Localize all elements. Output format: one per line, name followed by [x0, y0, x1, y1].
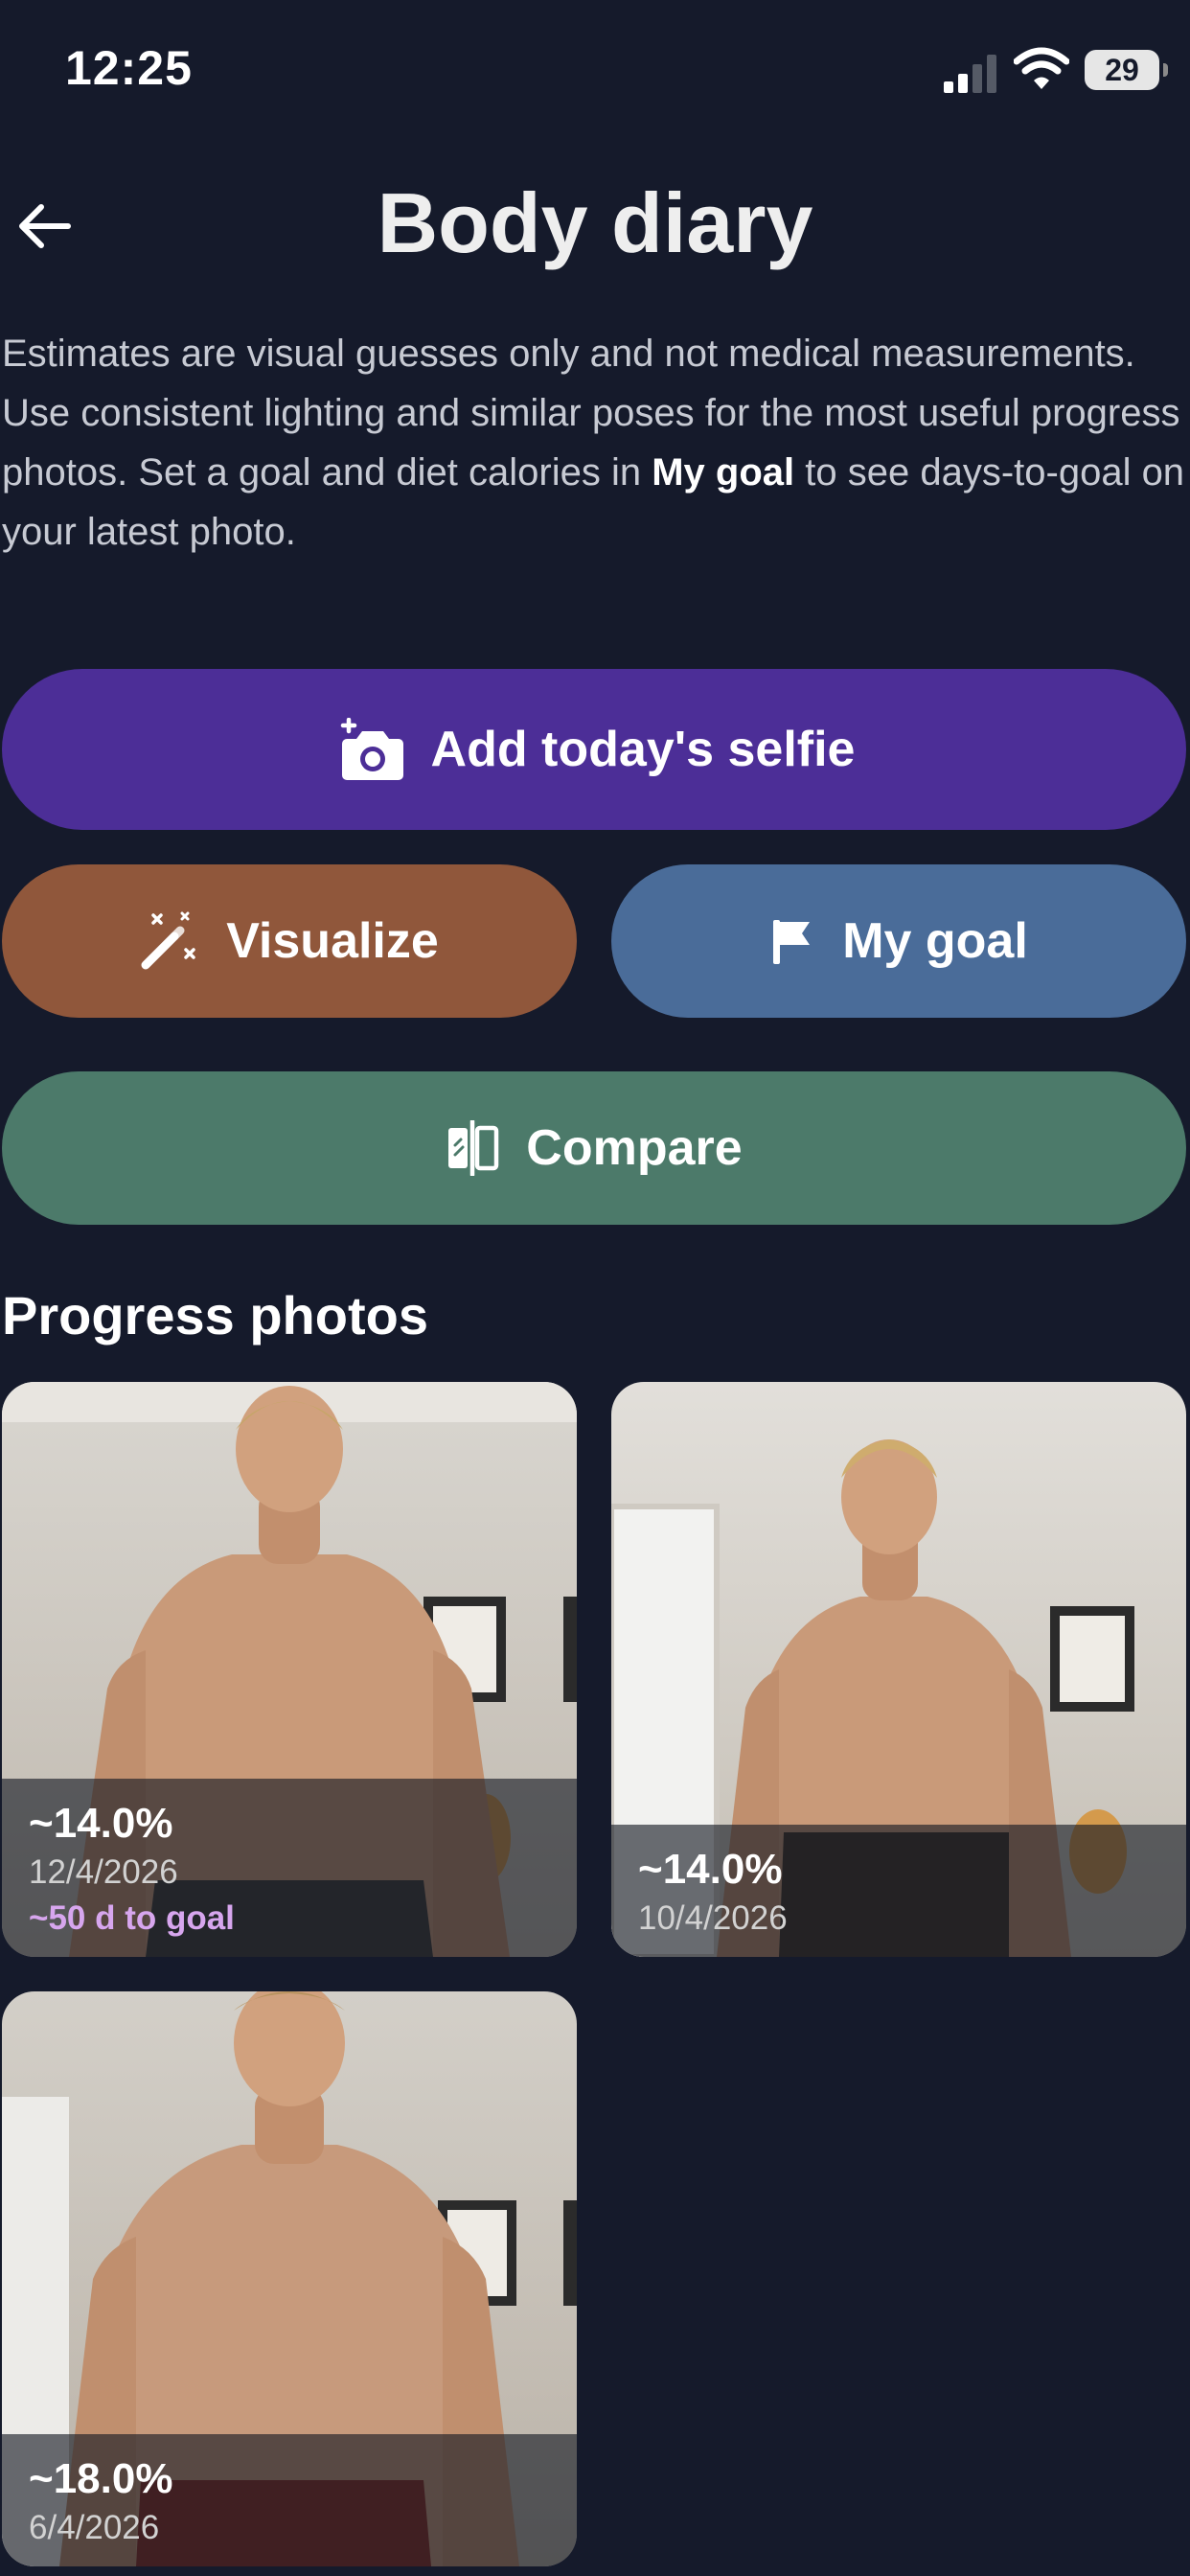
- add-selfie-button[interactable]: Add today's selfie: [2, 669, 1186, 830]
- page-title: Body diary: [377, 175, 813, 270]
- flag-icon: [773, 920, 811, 964]
- photo-date: 12/4/2026: [29, 1853, 178, 1891]
- compare-button[interactable]: Compare: [2, 1071, 1186, 1225]
- my-goal-inline-label: My goal: [652, 451, 795, 494]
- progress-photos-title: Progress photos: [2, 1285, 428, 1346]
- days-to-goal: ~50 d to goal: [29, 1899, 235, 1937]
- battery-icon: 29: [1085, 50, 1168, 90]
- photo-date: 10/4/2026: [638, 1899, 788, 1937]
- photo-info-overlay: ~18.0% 6/4/2026: [2, 2434, 577, 2566]
- photo-info-overlay: ~14.0% 10/4/2026: [611, 1825, 1186, 1957]
- photo-info-overlay: ~14.0% 12/4/2026 ~50 d to goal: [2, 1779, 577, 1957]
- body-fat-estimate: ~14.0%: [638, 1846, 783, 1893]
- wifi-icon: [1014, 47, 1069, 89]
- signal-icon: [944, 53, 997, 93]
- visualize-button[interactable]: Visualize: [2, 864, 577, 1018]
- progress-photo-card[interactable]: ~14.0% 10/4/2026: [611, 1382, 1186, 1957]
- add-selfie-label: Add today's selfie: [430, 722, 856, 777]
- progress-photo-card[interactable]: ~18.0% 6/4/2026: [2, 1991, 577, 2566]
- my-goal-label: My goal: [842, 913, 1028, 969]
- progress-photo-card[interactable]: ~14.0% 12/4/2026 ~50 d to goal: [2, 1382, 577, 1957]
- camera-plus-icon: [340, 718, 403, 780]
- compare-label: Compare: [526, 1120, 743, 1176]
- my-goal-button[interactable]: My goal: [611, 864, 1186, 1018]
- photo-date: 6/4/2026: [29, 2509, 160, 2546]
- disclaimer-text: Estimates are visual guesses only and no…: [2, 324, 1186, 562]
- magic-wand-icon: [141, 911, 195, 970]
- status-time: 12:25: [65, 41, 193, 95]
- visualize-label: Visualize: [226, 913, 439, 969]
- status-bar: 12:25 29: [0, 0, 1190, 144]
- body-fat-estimate: ~18.0%: [29, 2455, 173, 2502]
- compare-icon: [448, 1120, 499, 1176]
- body-fat-estimate: ~14.0%: [29, 1800, 173, 1847]
